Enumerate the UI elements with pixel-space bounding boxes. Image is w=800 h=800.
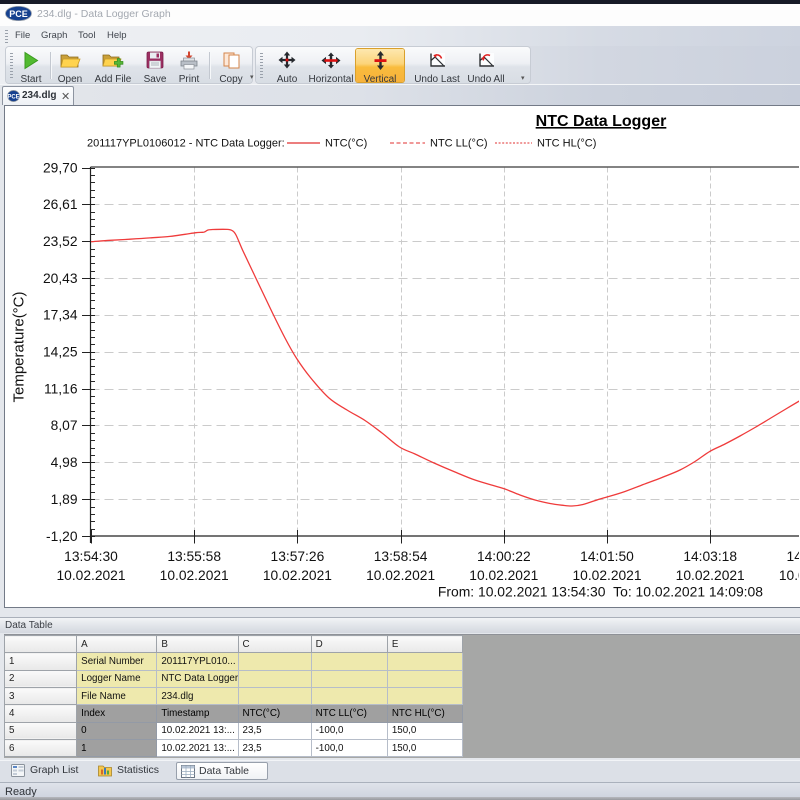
svg-text:10.02.2021: 10.02.2021	[572, 568, 641, 583]
svg-text:14:04:46: 14:04:46	[787, 549, 799, 564]
svg-text:14:00:22: 14:00:22	[477, 549, 531, 564]
svg-text:14,25: 14,25	[43, 345, 78, 360]
svg-text:11,16: 11,16	[44, 381, 78, 396]
svg-text:13:55:58: 13:55:58	[167, 549, 221, 564]
svg-text:10.02.2021: 10.02.2021	[676, 568, 745, 583]
svg-text:14:03:18: 14:03:18	[683, 549, 737, 564]
svg-text:10.02.2021: 10.02.2021	[366, 568, 435, 583]
svg-text:23,52: 23,52	[43, 234, 78, 249]
svg-text:10.02.2021: 10.02.2021	[56, 568, 125, 583]
svg-text:13:54:30: 13:54:30	[64, 549, 118, 564]
svg-text:13:58:54: 13:58:54	[374, 549, 428, 564]
svg-text:10.02.2021: 10.02.2021	[263, 568, 332, 583]
svg-text:NTC LL(°C): NTC LL(°C)	[430, 138, 488, 150]
svg-text:201117YPL0106012 - NTC Data Lo: 201117YPL0106012 - NTC Data Logger:	[87, 138, 285, 150]
svg-text:NTC(°C): NTC(°C)	[325, 138, 367, 150]
svg-text:8,07: 8,07	[51, 418, 78, 433]
svg-text:29,70: 29,70	[43, 160, 78, 175]
svg-text:PCE: PCE	[7, 95, 19, 101]
svg-text:20,43: 20,43	[43, 271, 78, 286]
svg-text:1,89: 1,89	[51, 492, 78, 507]
svg-text:10.02.2021: 10.02.2021	[779, 568, 799, 583]
svg-text:10.02.2021: 10.02.2021	[160, 568, 229, 583]
svg-text:PCE: PCE	[9, 9, 28, 19]
svg-text:26,61: 26,61	[43, 197, 78, 212]
svg-text:4,98: 4,98	[51, 455, 78, 470]
svg-text:14:01:50: 14:01:50	[580, 549, 634, 564]
svg-text:17,34: 17,34	[43, 308, 78, 323]
svg-text:13:57:26: 13:57:26	[271, 549, 325, 564]
svg-text:From: 10.02.2021 13:54:30 To:: From: 10.02.2021 13:54:30 To: 10.02.2021…	[438, 584, 763, 600]
svg-text:NTC HL(°C): NTC HL(°C)	[537, 138, 596, 150]
svg-text:-1,20: -1,20	[46, 529, 78, 544]
svg-text:NTC Data Logger: NTC Data Logger	[536, 113, 667, 130]
svg-text:10.02.2021: 10.02.2021	[469, 568, 538, 583]
svg-text:Temperature(°C): Temperature(°C)	[11, 291, 28, 402]
